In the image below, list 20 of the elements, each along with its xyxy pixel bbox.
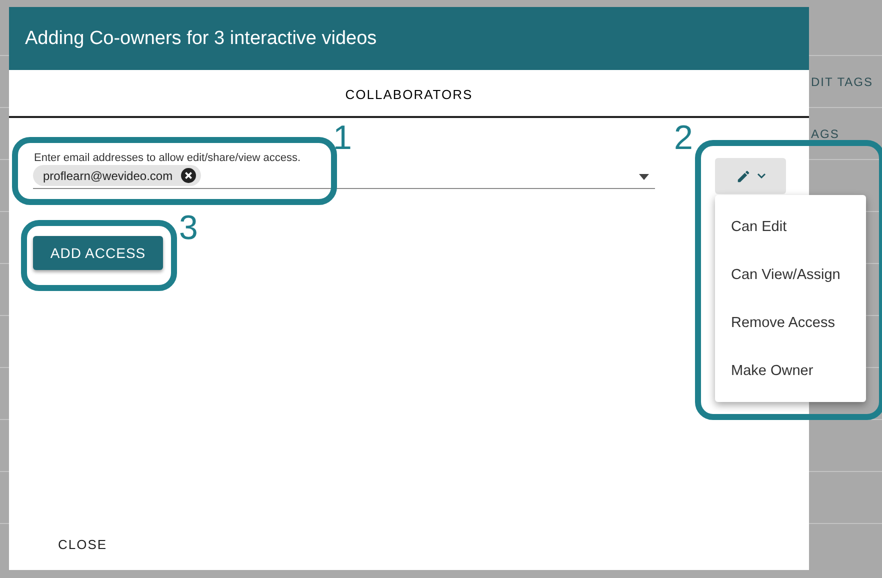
remove-icon[interactable] [180, 168, 196, 183]
column-header: DIT TAGS [811, 74, 874, 88]
callout-number: 2 [674, 121, 693, 155]
email-field[interactable]: Enter email addresses to allow edit/share/view access. proflearn@wevideo.com [33, 152, 655, 189]
menu-item[interactable]: Make Owner [715, 346, 866, 394]
permission-button[interactable] [715, 158, 786, 194]
email-chip[interactable]: proflearn@wevideo.com [33, 165, 201, 186]
dialog-title: Adding Co-owners for 3 interactive videos [25, 28, 377, 50]
close-button[interactable]: CLOSE [49, 533, 116, 556]
field-label: Enter email addresses to allow edit/share/view access. [34, 152, 302, 164]
add-access-button[interactable]: ADD ACCESS [33, 236, 163, 270]
column-header: AGS [811, 126, 840, 140]
menu-item[interactable]: Remove Access [715, 298, 866, 346]
menu-item[interactable]: Can View/Assign [715, 250, 866, 298]
menu-item[interactable]: Can Edit [715, 202, 866, 250]
callout-number: 1 [333, 121, 352, 155]
callout-number: 3 [179, 211, 198, 245]
chevron-down-icon [756, 173, 766, 179]
pencil-icon [736, 168, 750, 184]
dropdown-caret-icon[interactable] [639, 174, 649, 180]
